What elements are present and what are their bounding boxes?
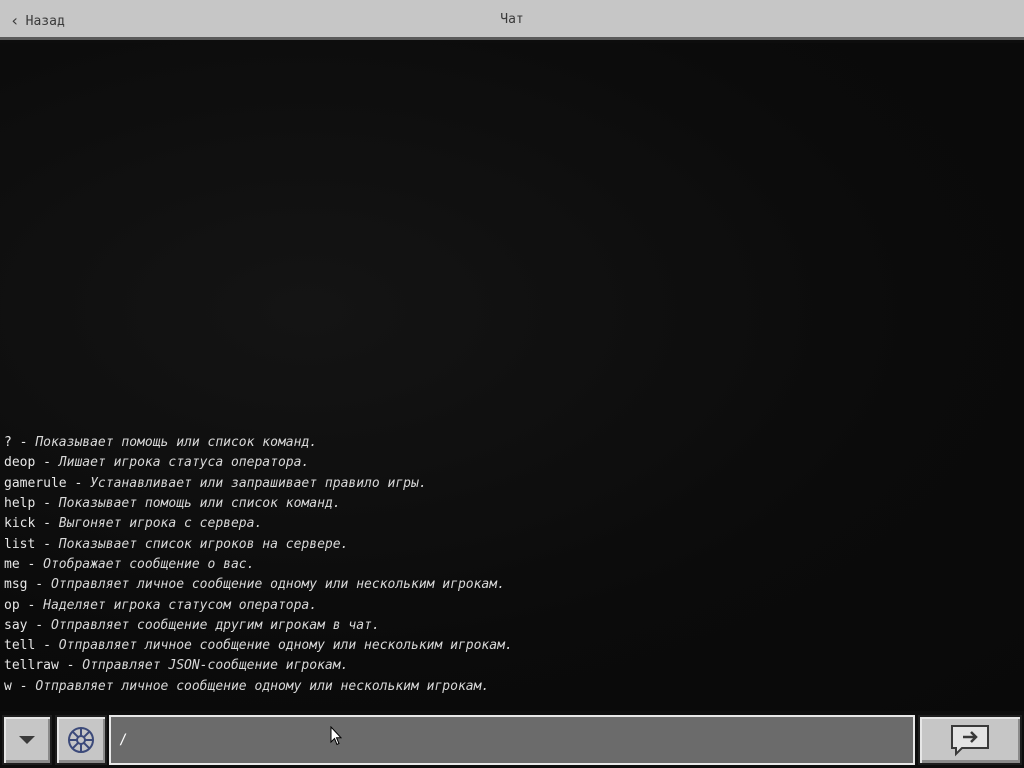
chat-log: ? - Показывает помощь или список команд.…	[0, 43, 1024, 711]
separator: -	[27, 577, 51, 593]
chat-message: deop - Лишает игрока статуса оператора.	[4, 453, 1004, 473]
top-bar: ‹ Назад Чат	[0, 0, 1024, 40]
command-name: kick	[4, 516, 36, 532]
separator: -	[35, 496, 59, 512]
separator: -	[27, 617, 51, 633]
chat-message: help - Показывает помощь или список кома…	[4, 494, 1004, 514]
chat-message: kick - Выгоняет игрока с сервера.	[4, 514, 1004, 534]
chat-input[interactable]	[109, 715, 915, 765]
command-description: Наделяет игрока статусом оператора.	[43, 597, 318, 613]
chat-message: say - Отправляет сообщение другим игрока…	[4, 616, 1004, 636]
separator: -	[19, 556, 44, 572]
command-name: list	[4, 536, 36, 552]
back-button-label: Назад	[25, 13, 65, 29]
command-name: msg	[4, 577, 28, 593]
command-name: say	[4, 617, 28, 633]
chat-message: w - Отправляет личное сообщение одному и…	[4, 677, 1004, 697]
chat-message: op - Наделяет игрока статусом оператора.	[4, 596, 1004, 616]
command-name: op	[4, 597, 20, 613]
page-title: Чат	[500, 12, 524, 27]
command-name: help	[4, 496, 36, 512]
chat-message: list - Показывает список игроков на серв…	[4, 535, 1004, 555]
command-description: Устанавливает или запрашивает правило иг…	[90, 475, 427, 491]
chat-message: gamerule - Устанавливает или запрашивает…	[4, 474, 1004, 494]
chevron-left-icon: ‹	[10, 11, 20, 30]
chat-input-bar	[0, 711, 1024, 768]
command-name: w	[4, 678, 12, 694]
separator: -	[66, 475, 91, 491]
command-description: Отправляет личное сообщение одному или н…	[50, 577, 505, 593]
command-name: tell	[4, 638, 36, 654]
command-name: gamerule	[4, 475, 67, 491]
collapse-button[interactable]	[2, 715, 52, 765]
command-name: deop	[4, 455, 36, 471]
separator: -	[35, 516, 59, 532]
separator: -	[58, 658, 83, 674]
command-description: Отправляет личное сообщение одному или н…	[35, 678, 490, 694]
chat-message: ? - Показывает помощь или список команд.	[4, 433, 1004, 453]
separator: -	[35, 536, 59, 552]
command-description: Показывает список игроков на сервере.	[58, 536, 349, 552]
separator: -	[19, 597, 44, 613]
emote-wheel-icon	[68, 727, 94, 753]
command-description: Показывает помощь или список команд.	[35, 435, 318, 451]
send-arrow-icon	[951, 725, 989, 757]
triangle-down-icon	[19, 736, 35, 744]
command-description: Отправляет сообщение другим игрокам в ча…	[50, 617, 380, 633]
chat-message: msg - Отправляет личное сообщение одному…	[4, 575, 1004, 595]
command-description: Выгоняет игрока с сервера.	[58, 516, 263, 532]
command-description: Отправляет JSON-сообщение игрокам.	[82, 658, 349, 674]
separator: -	[35, 638, 59, 654]
chat-message: tellraw - Отправляет JSON-сообщение игро…	[4, 656, 1004, 676]
command-name: ?	[4, 435, 12, 451]
send-button[interactable]	[918, 715, 1022, 765]
command-name: me	[4, 556, 20, 572]
chat-message: me - Отображает сообщение о вас.	[4, 555, 1004, 575]
chat-message: tell - Отправляет личное сообщение одном…	[4, 636, 1004, 656]
command-name: tellraw	[4, 658, 59, 674]
separator: -	[35, 455, 59, 471]
message-list: ? - Показывает помощь или список команд.…	[4, 433, 1004, 697]
separator: -	[11, 678, 36, 694]
separator: -	[11, 435, 36, 451]
command-description: Лишает игрока статуса оператора.	[58, 455, 310, 471]
command-description: Показывает помощь или список команд.	[58, 496, 341, 512]
back-button[interactable]: ‹ Назад	[4, 6, 71, 36]
chat-screen: ‹ Назад Чат ? - Показывает помощь или сп…	[0, 0, 1024, 768]
command-description: Отправляет личное сообщение одному или н…	[58, 638, 513, 654]
emote-button[interactable]	[55, 715, 107, 765]
command-description: Отображает сообщение о вас.	[43, 556, 255, 572]
